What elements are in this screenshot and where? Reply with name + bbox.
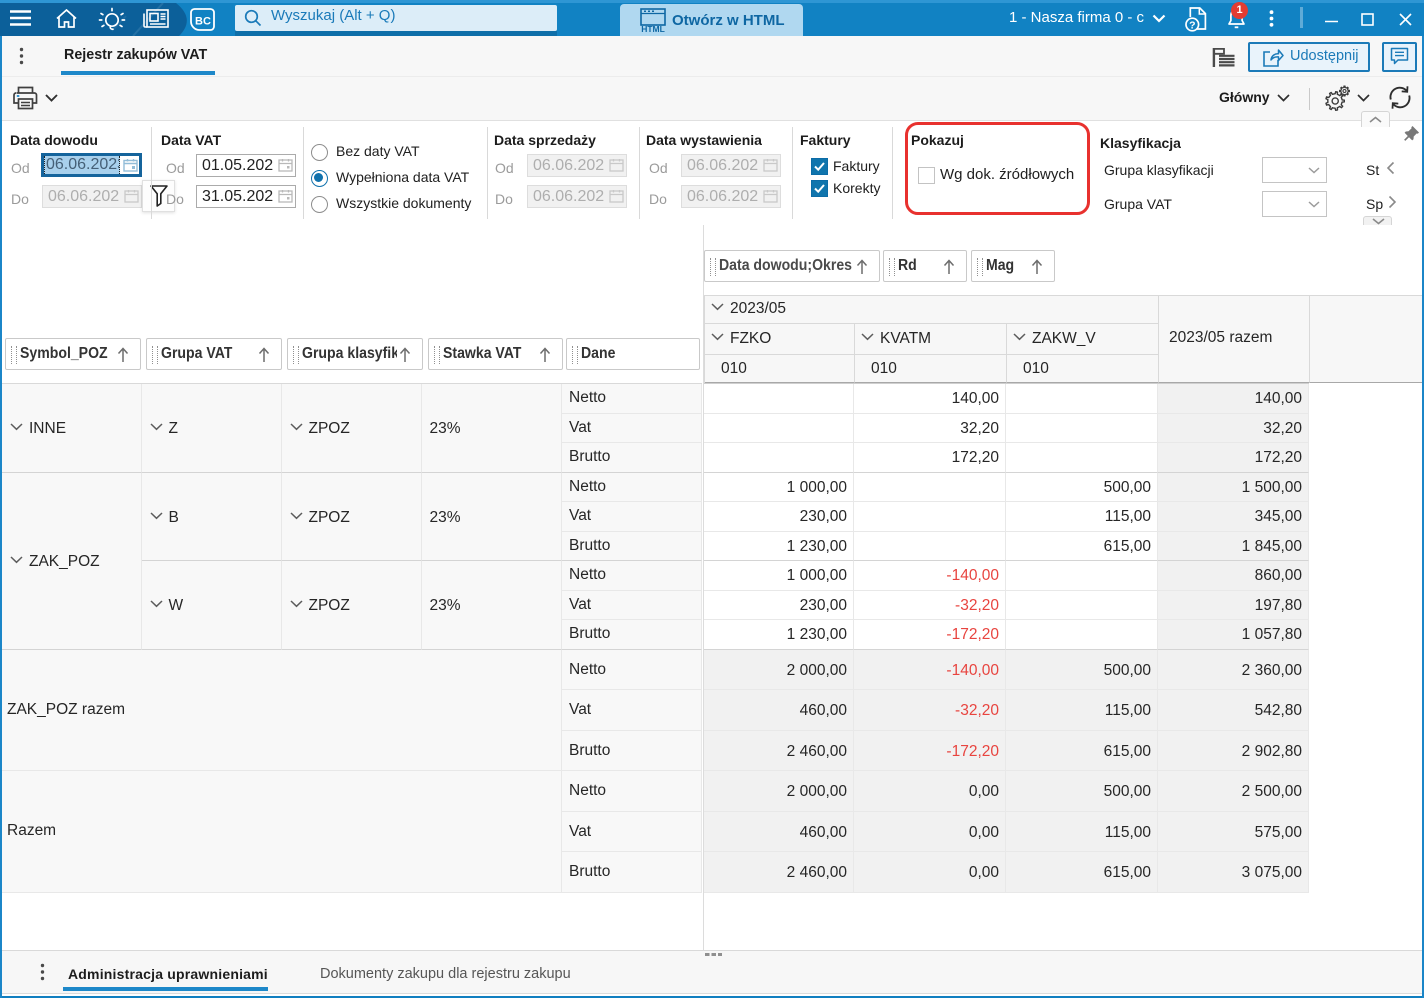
svg-text:HTML: HTML <box>641 24 665 33</box>
svg-text:BC: BC <box>195 16 211 28</box>
svg-text:?: ? <box>1189 20 1195 32</box>
